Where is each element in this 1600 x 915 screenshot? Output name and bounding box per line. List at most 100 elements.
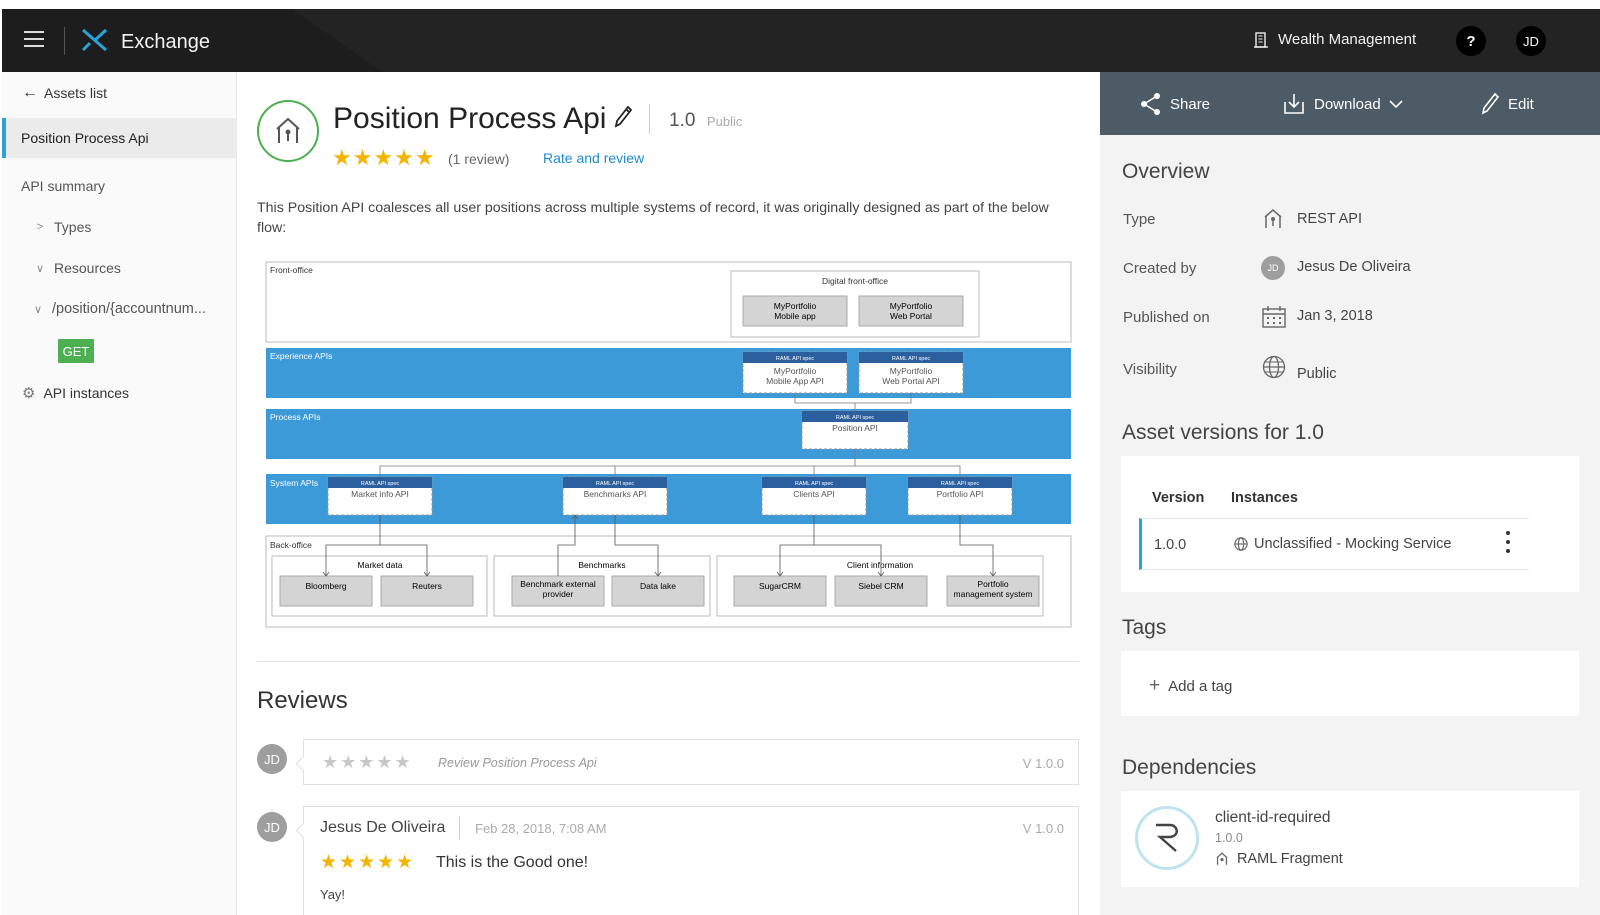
- more-options-icon[interactable]: [1502, 531, 1514, 559]
- market-info-api-label: Market info API: [351, 489, 409, 499]
- download-button[interactable]: Download: [1282, 92, 1403, 116]
- instances-column-header: Instances: [1231, 490, 1298, 506]
- portfolio-mgmt-line1: Portfolio: [977, 579, 1008, 589]
- dependency-type: RAML Fragment: [1215, 851, 1343, 867]
- spec-tag: RAML API spec: [361, 481, 400, 487]
- rest-api-icon: [1264, 209, 1282, 228]
- building-icon: [1254, 31, 1268, 48]
- type-label: Type: [1123, 211, 1156, 228]
- nav-item-resources-label: Resources: [54, 260, 121, 276]
- chevron-right-icon: >: [36, 221, 44, 233]
- pencil-icon: [1481, 92, 1500, 115]
- edit-button[interactable]: Edit: [1480, 92, 1534, 116]
- org-switcher[interactable]: Wealth Management: [1254, 31, 1416, 48]
- lane-system-label: System APIs: [270, 478, 318, 488]
- left-nav: ← Assets list Position Process Api API s…: [2, 72, 237, 915]
- app-name[interactable]: Exchange: [121, 31, 210, 54]
- avatar: JD: [257, 812, 287, 842]
- raml-fragment-logo-icon: [1135, 806, 1199, 870]
- instance-link[interactable]: Unclassified - Mocking Service: [1234, 536, 1451, 552]
- version-column-header: Version: [1152, 490, 1205, 506]
- share-label: Share: [1170, 95, 1211, 113]
- edit-label: Edit: [1508, 95, 1534, 113]
- exchange-logo-icon: [81, 28, 108, 52]
- download-label: Download: [1314, 95, 1381, 113]
- method-get-badge[interactable]: GET: [58, 339, 94, 363]
- mobile-app-line2: Mobile app: [774, 311, 816, 321]
- org-name: Wealth Management: [1278, 31, 1417, 48]
- asset-toolbar: Share Download Edit: [1100, 72, 1600, 135]
- share-button[interactable]: Share: [1140, 92, 1210, 116]
- published-label: Published on: [1123, 309, 1210, 326]
- write-review-box[interactable]: ★★★★★ Review Position Process Api V 1.0.…: [303, 739, 1079, 785]
- spec-tag: RAML API spec: [596, 481, 635, 487]
- nav-item-api-instances[interactable]: ⚙ API instances: [22, 384, 129, 402]
- arrow-left-icon: ←: [22, 84, 38, 101]
- edit-name-pencil-icon[interactable]: [613, 105, 633, 129]
- spec-tag: RAML API spec: [892, 356, 931, 362]
- web-portal-line2: Web Portal: [890, 311, 932, 321]
- benchmarks-label: Benchmarks: [578, 560, 625, 570]
- spec-tag: RAML API spec: [836, 415, 875, 421]
- tags-card: + Add a tag: [1121, 651, 1579, 716]
- main-content: Position Process Api 1.0 Public ★★★★★ (1…: [237, 72, 1100, 915]
- add-tag-label: Add a tag: [1168, 677, 1233, 695]
- nav-item-types-label: Types: [54, 219, 92, 235]
- nav-item-api-summary[interactable]: API summary: [21, 178, 105, 194]
- assets-list-link[interactable]: ← Assets list: [22, 84, 107, 102]
- instance-label: Unclassified - Mocking Service: [1254, 536, 1452, 552]
- nav-item-resource-path[interactable]: ∨ /position/{accountnum...: [32, 301, 206, 317]
- resource-path-label: /position/{accountnum...: [52, 301, 206, 317]
- dependency-name[interactable]: client-id-required: [1215, 809, 1330, 827]
- rate-and-review-link[interactable]: Rate and review: [543, 150, 644, 166]
- review-body: Yay!: [320, 887, 346, 902]
- chevron-down-icon: ∨: [35, 262, 45, 275]
- bloomberg-label: Bloomberg: [305, 581, 346, 591]
- avatar: JD: [257, 744, 287, 774]
- reviews-heading: Reviews: [257, 687, 348, 714]
- calendar-icon: [1262, 306, 1286, 328]
- lane-process-label: Process APIs: [270, 412, 321, 422]
- dependency-card[interactable]: client-id-required 1.0.0 RAML Fragment: [1121, 791, 1579, 887]
- position-api-label: Position API: [832, 423, 878, 433]
- siebel-label: Siebel CRM: [858, 581, 903, 591]
- add-tag-button[interactable]: + Add a tag: [1149, 675, 1232, 697]
- top-bar: Exchange Wealth Management ? JD: [2, 9, 1600, 72]
- review-placeholder: Review Position Process Api: [438, 756, 597, 770]
- portfolio-api-label: Portfolio API: [937, 489, 984, 499]
- share-icon: [1141, 93, 1160, 115]
- version-value: 1.0.0: [1154, 537, 1187, 553]
- right-panel: Share Download Edit Overview Type REST A…: [1100, 72, 1600, 915]
- web-api-line2: Web Portal API: [882, 376, 939, 386]
- nav-item-asset-home[interactable]: Position Process Api: [2, 118, 237, 158]
- created-by-value[interactable]: Jesus De Oliveira: [1297, 259, 1411, 275]
- version-row[interactable]: 1.0.0 Unclassified - Mocking Service: [1139, 518, 1529, 570]
- clients-api-label: Clients API: [793, 489, 835, 499]
- published-value: Jan 3, 2018: [1297, 308, 1373, 324]
- nav-item-resources[interactable]: ∨ Resources: [34, 260, 121, 276]
- rating-input-stars[interactable]: ★★★★★: [322, 752, 413, 773]
- review-headline: This is the Good one!: [436, 854, 589, 871]
- lane-front-label: Front-office: [270, 265, 313, 275]
- menu-icon[interactable]: [24, 31, 44, 47]
- user-avatar-button[interactable]: JD: [1516, 26, 1546, 56]
- chevron-down-icon: ∨: [33, 303, 43, 316]
- rest-api-icon: [1216, 852, 1228, 865]
- help-button[interactable]: ?: [1456, 26, 1486, 56]
- versions-card: Version Instances 1.0.0 Unclassified - M…: [1121, 456, 1579, 592]
- review-item: Jesus De Oliveira Feb 28, 2018, 7:08 AM …: [303, 806, 1079, 915]
- rest-api-asset-icon: [257, 100, 319, 162]
- digital-front-office-label: Digital front-office: [822, 276, 888, 286]
- client-information-label: Client information: [847, 560, 913, 570]
- download-icon: [1284, 94, 1304, 114]
- visibility-value: Public: [1297, 366, 1337, 382]
- asset-title: Position Process Api: [333, 102, 607, 135]
- nav-item-types[interactable]: > Types: [34, 219, 92, 235]
- avatar: JD: [1261, 256, 1285, 280]
- globe-icon: [1262, 355, 1286, 379]
- benchmarks-api-label: Benchmarks API: [584, 489, 647, 499]
- lane-experience-label: Experience APIs: [270, 351, 332, 361]
- asset-description: This Position API coalesces all user pos…: [257, 200, 1049, 236]
- review-version: V 1.0.0: [1022, 756, 1064, 771]
- mobile-app-line1: MyPortfolio: [774, 301, 817, 311]
